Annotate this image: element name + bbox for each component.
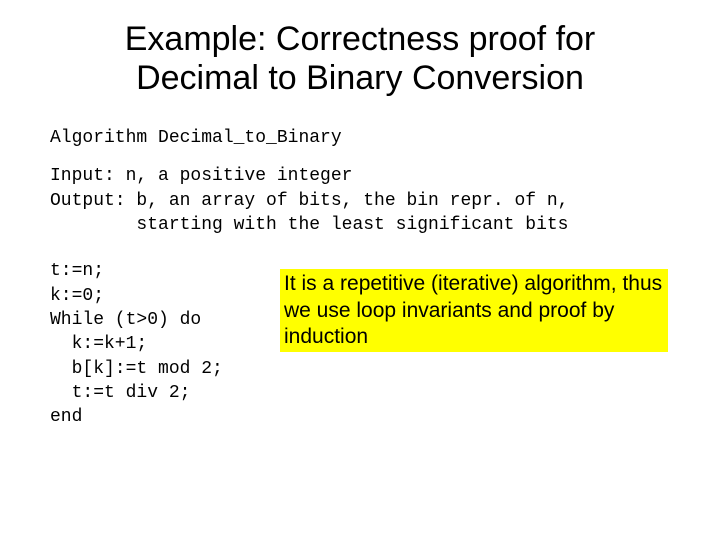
algorithm-name: Algorithm Decimal_to_Binary	[50, 126, 670, 150]
highlight-callout: It is a repetitive (iterative) algorithm…	[280, 269, 668, 352]
slide: Example: Correctness proof for Decimal t…	[0, 0, 720, 540]
body-row: t:=n; k:=0; While (t>0) do k:=k+1; b[k]:…	[50, 259, 670, 429]
io-description: Input: n, a positive integer Output: b, …	[50, 164, 670, 237]
title-line-2: Decimal to Binary Conversion	[136, 59, 584, 97]
pseudocode: t:=n; k:=0; While (t>0) do k:=k+1; b[k]:…	[50, 259, 260, 429]
title-line-1: Example: Correctness proof for	[125, 20, 596, 58]
slide-title: Example: Correctness proof for Decimal t…	[50, 20, 670, 98]
